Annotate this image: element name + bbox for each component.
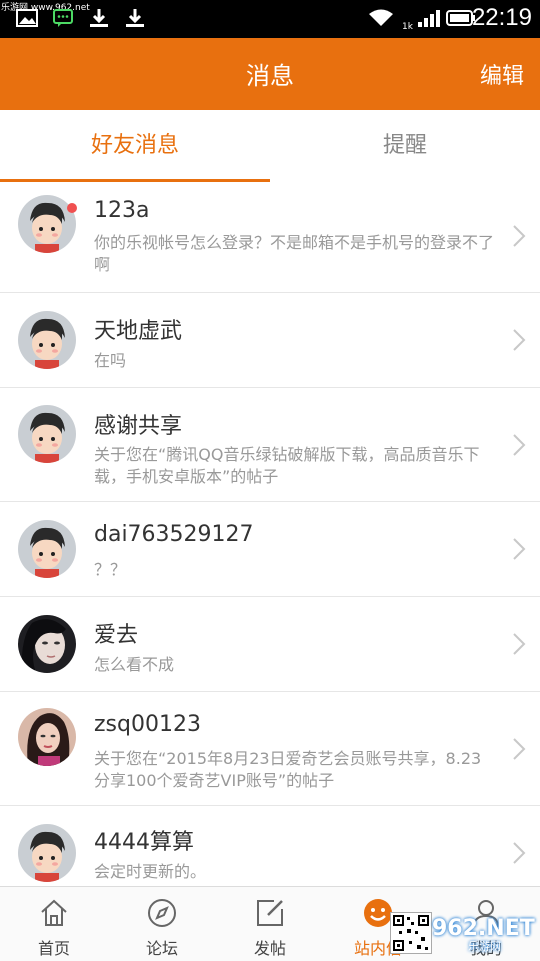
cartoon-avatar-icon — [18, 824, 76, 882]
chat-icon — [53, 9, 73, 27]
message-preview: 关于您在“腾讯QQ音乐绿钻破解版下载，高品质音乐下载，手机安卓版本”的帖子 — [94, 445, 480, 486]
chevron-right-icon — [513, 538, 526, 560]
sender-name: 感谢共享 — [94, 414, 183, 439]
edit-button[interactable]: 编辑 — [480, 58, 524, 90]
message-row[interactable]: 123a 你的乐视帐号怎么登录？不是邮箱不是手机号的登录不了啊 — [0, 182, 540, 293]
chevron-right-icon — [513, 329, 526, 351]
compose-icon — [257, 900, 283, 926]
nav-forum[interactable]: 论坛 — [108, 887, 216, 961]
avatar[interactable] — [18, 311, 76, 369]
app-header: 消息 编辑 — [0, 38, 540, 110]
photo-avatar-icon — [18, 615, 76, 673]
nav-post-label: 发帖 — [253, 939, 286, 958]
clock: 22:19 — [471, 4, 532, 31]
message-row[interactable]: zsq00123 关于您在“2015年8月23日爱奇艺会员账号共享，8.23分享… — [0, 692, 540, 806]
cartoon-avatar-icon — [18, 311, 76, 369]
chevron-right-icon — [513, 738, 526, 760]
cartoon-avatar-icon — [18, 520, 76, 578]
watermark-text: 乐游网 www.962.net — [1, 3, 90, 13]
sender-name: 爱去 — [94, 623, 139, 648]
network-speed-label: 1k — [402, 22, 413, 32]
nav-forum-label: 论坛 — [145, 939, 178, 958]
compass-icon — [148, 899, 176, 927]
nav-post[interactable]: 发帖 — [216, 887, 324, 961]
watermark-logo: 962.NET 乐游网 — [432, 916, 536, 956]
qr-code-icon — [393, 915, 429, 951]
message-row[interactable]: 天地虚武 在吗 — [0, 293, 540, 388]
watermark-logo-sub: 乐游网 — [468, 940, 501, 953]
page-title: 消息 — [246, 62, 294, 90]
avatar[interactable] — [18, 520, 76, 578]
nav-home-label: 首页 — [37, 939, 70, 958]
image-icon — [16, 9, 38, 27]
sender-name: zsq00123 — [94, 712, 201, 737]
home-icon — [41, 899, 67, 926]
nav-home[interactable]: 首页 — [0, 887, 108, 961]
download-icon — [126, 9, 144, 27]
chevron-right-icon — [513, 434, 526, 456]
avatar[interactable] — [18, 405, 76, 463]
wifi-icon — [369, 9, 393, 26]
photo-avatar-icon — [18, 708, 76, 766]
message-preview: 关于您在“2015年8月23日爱奇艺会员账号共享，8.23分享100个爱奇艺VI… — [94, 749, 482, 790]
sender-name: 4444算算 — [94, 830, 194, 855]
sender-name: 天地虚武 — [94, 319, 183, 344]
message-preview: 你的乐视帐号怎么登录？不是邮箱不是手机号的登录不了啊 — [94, 233, 495, 274]
avatar[interactable] — [18, 824, 76, 882]
message-preview: 怎么看不成 — [94, 655, 175, 674]
qr-code — [390, 912, 432, 954]
chevron-right-icon — [513, 842, 526, 864]
tab-friend-messages[interactable]: 好友消息 — [0, 110, 270, 182]
message-preview: ？？ — [94, 560, 127, 579]
status-bar: 乐游网 www.962.net 1k 22:19 — [0, 0, 540, 38]
message-row[interactable]: 爱去 怎么看不成 — [0, 597, 540, 692]
download-icon — [90, 9, 108, 27]
signal-icon — [418, 10, 440, 27]
message-row[interactable]: dai763529127 ？？ — [0, 502, 540, 597]
message-row[interactable]: 感谢共享 关于您在“腾讯QQ音乐绿钻破解版下载，高品质音乐下载，手机安卓版本”的… — [0, 388, 540, 502]
sender-name: 123a — [94, 198, 150, 223]
tab-reminders[interactable]: 提醒 — [270, 110, 540, 182]
cartoon-avatar-icon — [18, 405, 76, 463]
avatar[interactable] — [18, 708, 76, 766]
tab-bar: 好友消息 提醒 — [0, 110, 540, 183]
sender-name: dai763529127 — [94, 522, 254, 547]
message-preview: 会定时更新的。 — [94, 862, 207, 881]
message-preview: 在吗 — [94, 351, 127, 370]
chevron-right-icon — [513, 225, 526, 247]
avatar[interactable] — [18, 615, 76, 673]
chevron-right-icon — [513, 633, 526, 655]
unread-dot — [67, 203, 77, 213]
